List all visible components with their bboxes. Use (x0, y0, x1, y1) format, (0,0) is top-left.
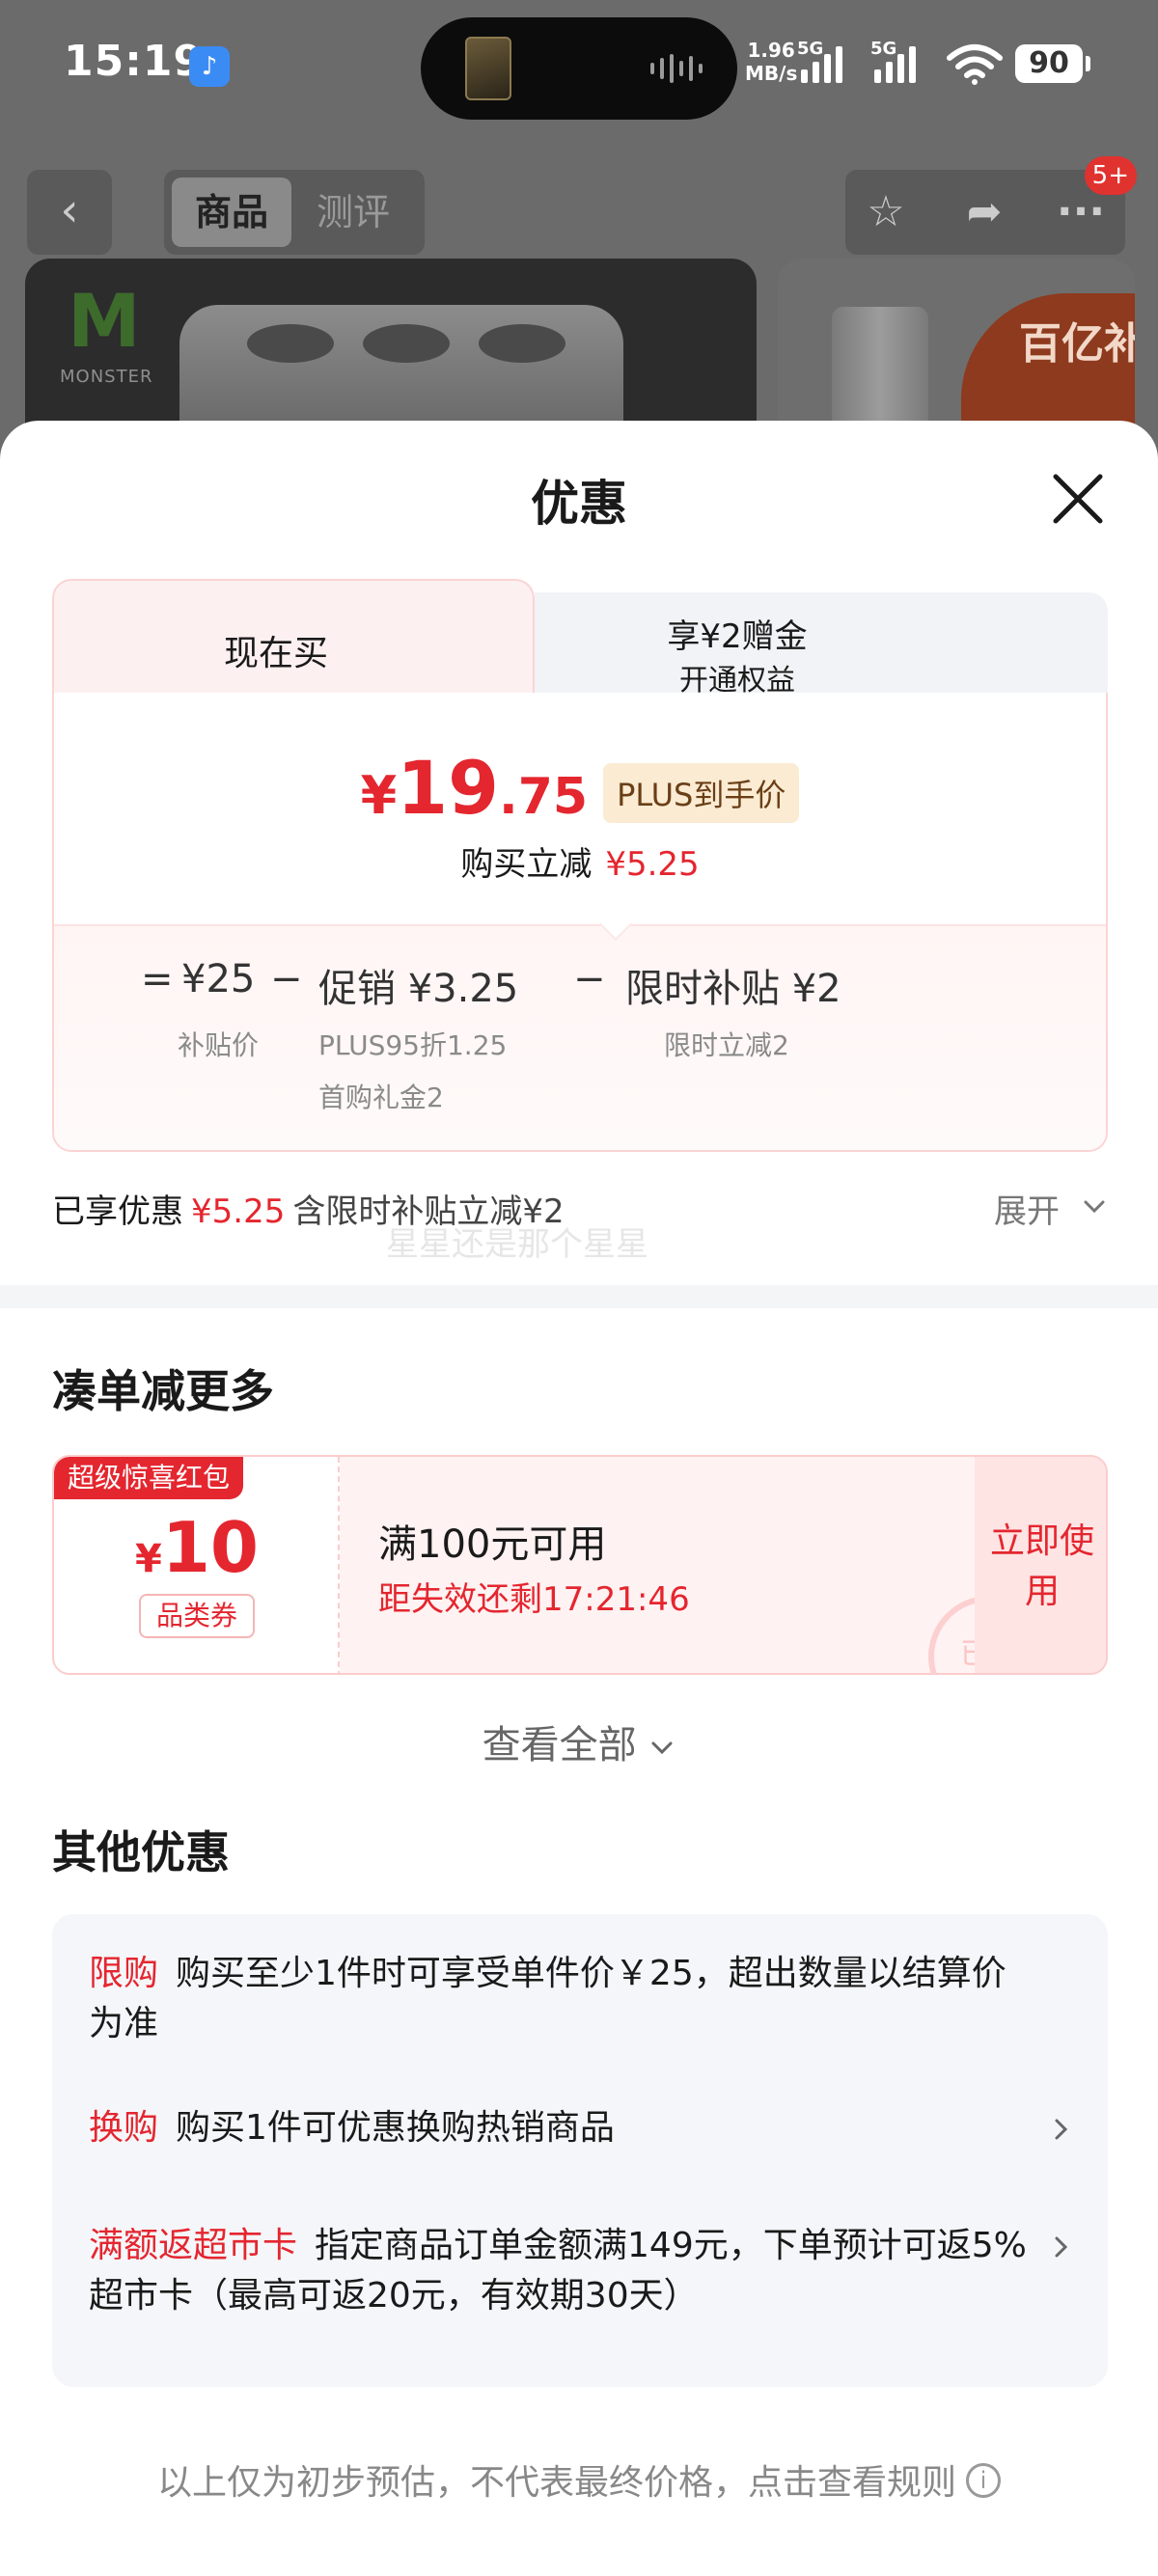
instant-reduce-label: 购买立减 (460, 845, 593, 884)
tab-plus-benefit-title: 享¥2赠金 (667, 617, 808, 656)
item-text-exchange: 购买1件可优惠换购热销商品 (176, 2108, 615, 2148)
promo-detail-first-buy: 首购礼金2 (318, 1082, 444, 1113)
coupon-condition: 满100元可用 (378, 1522, 607, 1567)
tab-buy-now[interactable]: 现在买 (52, 579, 535, 706)
coupon-card[interactable]: 满100元可用 距失效还剩17:21:46 已领 超级惊喜红包 ¥10 品类券 … (52, 1455, 1108, 1675)
other-discount-item-exchange[interactable]: 换购 购买1件可优惠换购热销商品 (89, 2103, 1034, 2153)
back-button[interactable]: ‹ (27, 170, 112, 255)
price-card: 享¥2赠金 开通权益 现在买 ¥19.75 PLUS到手价 购买立减 ¥5.25 … (52, 579, 1108, 1152)
monster-logo-icon: M (68, 278, 141, 364)
dynamic-island-media[interactable] (421, 17, 737, 120)
info-icon[interactable]: i (966, 2463, 1001, 2498)
chevron-right-icon[interactable] (1048, 2117, 1073, 2142)
coupon-type: 品类券 (139, 1594, 255, 1638)
discount-sheet: 优惠 享¥2赠金 开通权益 现在买 ¥19.75 PLUS到手价 购买立减 ¥5.… (0, 421, 1158, 2576)
network-speed-value: 1.96 (747, 39, 795, 62)
other-discount-list: 限购 购买至少1件时可享受单件价￥25，超出数量以结算价为准 换购 购买1件可优惠换… (52, 1914, 1108, 2387)
signal-2-icon: 5G (870, 39, 916, 83)
expand-button[interactable]: 展开 (994, 1185, 1060, 1232)
share-icon[interactable]: ➦ (955, 183, 1013, 241)
coupon-amount: ¥10 (134, 1507, 260, 1588)
limited-subsidy-detail: 限时立减2 (664, 1029, 789, 1061)
tab-product[interactable]: 商品 (172, 178, 291, 247)
disclaimer-footer[interactable]: 以上仅为初步预估，不代表最终价格，点击查看规则 i (0, 2454, 1158, 2505)
more-discount-title: 凑单减更多 (52, 1365, 274, 1417)
chevron-down-icon[interactable] (1081, 1192, 1108, 1219)
subsidy-price: ¥25 (181, 957, 256, 1001)
coupon-value-panel: 超级惊喜红包 ¥10 品类券 (54, 1457, 340, 1673)
enjoyed-label: 已享优惠 (52, 1192, 183, 1231)
chevron-down-icon (651, 1741, 673, 1755)
app-notification-icon: ♪ (189, 46, 230, 87)
item-label-exchange: 换购 (89, 2108, 159, 2148)
use-now-button[interactable]: 立即使用 (975, 1457, 1106, 1673)
notification-badge: 5+ (1084, 156, 1137, 195)
signal-2-label: 5G (870, 39, 897, 59)
tab-review[interactable]: 测评 (293, 178, 413, 247)
battery-indicator: 90 (1015, 44, 1090, 83)
status-time: 15:19 (64, 37, 205, 86)
chevron-right-icon[interactable] (1048, 2234, 1073, 2260)
watermark-text: 星星还是那个星星 (386, 1225, 648, 1264)
brand-logo-text: MONSTER (60, 367, 153, 387)
price-card-body: ¥19.75 PLUS到手价 购买立减 ¥5.25 = ¥25 补贴价 − 促销 … (52, 693, 1108, 1152)
enjoyed-value: ¥5.25 (191, 1192, 286, 1231)
item-label-cashback: 满额返超市卡 (89, 2226, 298, 2265)
status-bar: 15:19 ♪ 1.96 MB/s 5G 5G 90 (0, 0, 1158, 135)
favorite-star-icon[interactable]: ☆ (857, 183, 915, 241)
promo-amount: 促销 ¥3.25 (318, 967, 519, 1011)
network-speed-unit: MB/s (745, 62, 798, 85)
coupon-info: 满100元可用 距失效还剩17:21:46 已领 (340, 1457, 1050, 1673)
limited-subsidy: 限时补贴 ¥2 (625, 967, 841, 1011)
other-discount-title: 其他优惠 (52, 1826, 230, 1878)
other-discount-item-cashback[interactable]: 满额返超市卡 指定商品订单金额满149元，下单预计可返5%超市卡（最高可返20元，… (89, 2221, 1034, 2321)
view-all-label: 查看全部 (482, 1723, 637, 1768)
disclaimer-text: 以上仅为初步预估，不代表最终价格，点击查看规则 (156, 2463, 956, 2503)
equals-sign: = (141, 957, 174, 1001)
minus-sign-2: − (573, 957, 606, 1001)
minus-sign-1: − (270, 957, 303, 1001)
album-cover-icon (465, 37, 511, 100)
other-discount-item-limit: 限购 购买至少1件时可享受单件价￥25，超出数量以结算价为准 (89, 1949, 1034, 2049)
coupon-tag: 超级惊喜红包 (54, 1457, 244, 1499)
close-icon[interactable] (1050, 471, 1106, 527)
instant-reduce-row: 购买立减 ¥5.25 (54, 837, 1106, 885)
section-divider (0, 1285, 1158, 1308)
final-price: ¥19.75 (360, 745, 589, 831)
tab-buy-now-label: 现在买 (223, 634, 328, 673)
product-tabs: 商品 测评 (164, 170, 425, 255)
instant-reduce-value: ¥5.25 (605, 845, 700, 884)
signal-1-label: 5G (797, 39, 824, 59)
audio-wave-icon (650, 54, 708, 83)
signal-1-icon: 5G (797, 39, 842, 83)
subsidy-price-label: 补贴价 (178, 1029, 260, 1061)
sheet-title: 优惠 (531, 476, 627, 532)
price-summary: ¥19.75 PLUS到手价 购买立减 ¥5.25 (54, 693, 1106, 924)
nav-actions: ☆ ➦ ··· 5+ (845, 156, 1137, 255)
price-breakdown: = ¥25 补贴价 − 促销 ¥3.25 PLUS95折1.25 首购礼金2 −… (54, 924, 1106, 1150)
item-label-limit: 限购 (89, 1954, 159, 1993)
promo-detail-plus: PLUS95折1.25 (318, 1029, 508, 1061)
wifi-icon (947, 44, 1003, 85)
tab-plus-benefit[interactable]: 享¥2赠金 开通权益 (535, 592, 1108, 708)
plus-price-tag: PLUS到手价 (603, 763, 800, 823)
final-price-row: ¥19.75 PLUS到手价 (54, 745, 1106, 831)
item-text-limit: 购买至少1件时可享受单件价￥25，超出数量以结算价为准 (89, 1954, 1006, 2043)
coupon-countdown: 距失效还剩17:21:46 (378, 1580, 690, 1619)
product-top-nav: ‹ 商品 测评 ☆ ➦ ··· 5+ (0, 156, 1158, 260)
network-speed: 1.96 MB/s (745, 39, 797, 85)
view-all-button[interactable]: 查看全部 (0, 1713, 1158, 1769)
